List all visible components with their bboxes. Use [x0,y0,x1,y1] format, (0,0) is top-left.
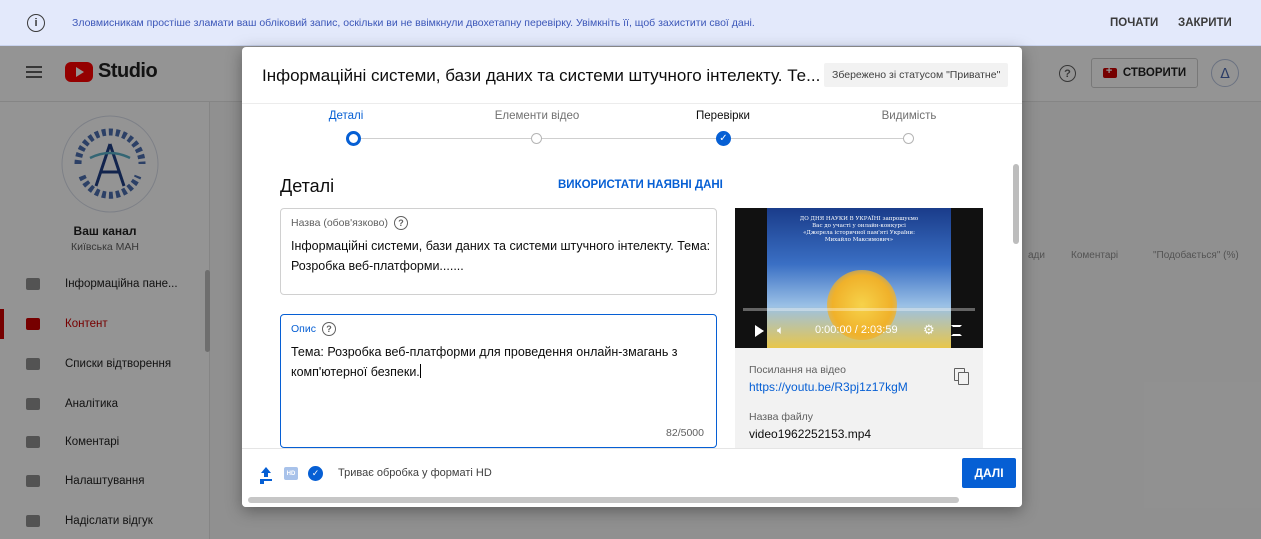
description-field-label-text: Опис [291,323,316,335]
checkmark-icon: ✓ [719,133,728,144]
banner-start-button[interactable]: ПОЧАТИ [1110,17,1158,29]
text-cursor [419,364,421,378]
video-player[interactable]: ДО ДНЯ НАУКИ В УКРАЇНІ запрошуємо Вас до… [735,208,983,348]
step-elements-dot[interactable] [531,133,542,144]
dialog-title: Інформаційні системи, бази даних та сист… [262,66,821,85]
step-visibility-dot[interactable] [903,133,914,144]
step-elements-label[interactable]: Елементи відео [477,110,597,122]
security-banner: i Зловмисникам простіше зламати ваш облі… [0,0,1261,46]
step-visibility-label[interactable]: Видимість [849,110,969,122]
description-field[interactable]: Опис ? Тема: Розробка веб-платформи для … [280,314,717,448]
copy-icon[interactable] [954,368,969,385]
filename: video1962252153.mp4 [749,427,872,441]
play-icon[interactable] [755,325,764,337]
gear-icon[interactable]: ⚙ [923,322,935,338]
step-details-label[interactable]: Деталі [286,110,406,122]
upload-dialog: Інформаційні системи, бази даних та сист… [242,47,1022,507]
saved-status-badge: Збережено зі статусом "Приватне" [824,63,1009,87]
title-field[interactable]: Назва (обов'язково) ? Інформаційні систе… [280,208,717,295]
banner-close-button[interactable]: ЗАКРИТИ [1178,17,1232,29]
next-button[interactable]: ДАЛІ [962,458,1016,488]
dialog-footer: HD ✓ Триває обробка у форматі HD ДАЛІ [242,448,1022,507]
description-input[interactable]: Тема: Розробка веб-платформи для проведе… [291,342,711,382]
step-checks-dot[interactable]: ✓ [716,131,731,146]
processing-status: Триває обробка у форматі HD [338,467,492,479]
upload-icon-base [260,479,272,481]
volume-icon[interactable]: 🔈︎ [777,323,784,338]
video-time: 0:00:00 / 2:03:59 [815,324,898,336]
check-circle-icon: ✓ [308,466,323,481]
help-icon[interactable]: ? [393,216,408,230]
thumbnail-caption: ДО ДНЯ НАУКИ В УКРАЇНІ запрошуємо Вас до… [799,216,919,243]
title-field-label-text: Назва (обов'язково) [291,217,388,229]
hd-icon: HD [284,467,298,480]
section-title: Деталі [280,176,335,196]
banner-message: Зловмисникам простіше зламати ваш обліко… [72,16,755,29]
help-icon[interactable]: ? [321,322,336,336]
fullscreen-icon[interactable] [951,325,962,336]
description-text: Тема: Розробка веб-платформи для проведе… [291,345,678,379]
title-field-label: Назва (обов'язково) ? [291,216,408,230]
character-counter: 82/5000 [666,427,704,439]
horizontal-scrollbar[interactable] [248,497,959,503]
filename-label: Назва файлу [749,411,814,423]
video-progress-bar[interactable] [743,308,975,311]
video-preview-card: ДО ДНЯ НАУКИ В УКРАЇНІ запрошуємо Вас до… [735,208,983,448]
step-details-dot[interactable] [346,131,361,146]
reuse-details-button[interactable]: ВИКОРИСТАТИ НАЯВНІ ДАНІ [558,179,723,191]
video-link-label: Посилання на відео [749,364,846,376]
stepper-track [353,138,908,139]
video-link[interactable]: https://youtu.be/R3pj1z17kgM [749,380,908,394]
title-input[interactable]: Інформаційні системи, бази даних та сист… [291,236,711,276]
dialog-scrollbar[interactable] [1013,164,1019,244]
step-checks-label[interactable]: Перевірки [663,110,783,122]
description-field-label: Опис ? [291,322,336,336]
info-icon: i [27,13,45,32]
header-divider [242,103,1022,104]
